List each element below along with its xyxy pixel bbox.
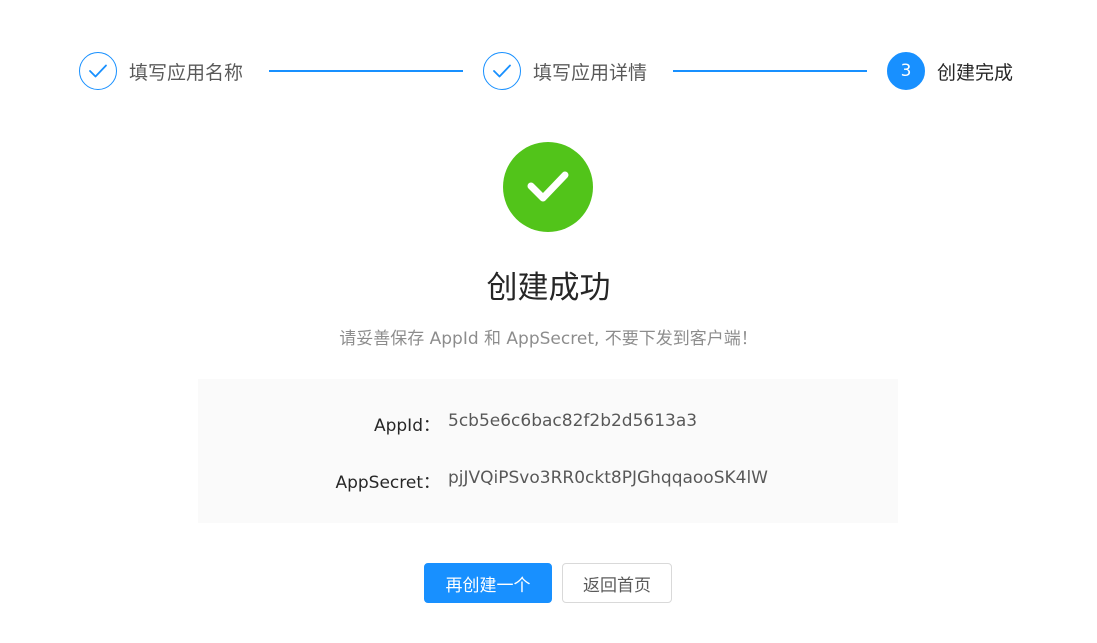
step-3-title: 创建完成	[937, 61, 1014, 84]
create-again-button[interactable]: 再创建一个	[424, 563, 552, 603]
appid-row: AppId： 5cb5e6c6bac82f2b2d5613a3	[198, 411, 898, 436]
result-subtitle: 请妥善保存 AppId 和 AppSecret, 不要下发到客户端！	[339, 329, 758, 349]
step-3-number: 3	[887, 52, 925, 90]
check-icon	[483, 52, 521, 90]
step-1-title: 填写应用名称	[129, 61, 244, 84]
step-2: 填写应用详情	[483, 51, 647, 91]
appid-label: AppId：	[373, 416, 440, 436]
step-2-title: 填写应用详情	[533, 61, 648, 84]
steps: 填写应用名称 填写应用详情 3 创建完成	[79, 51, 1019, 91]
page: 填写应用名称 填写应用详情 3 创建完成 创建成功 请妥善保存 AppId 和 …	[0, 0, 1097, 643]
check-circle-icon	[503, 142, 593, 232]
credentials-panel: AppId： 5cb5e6c6bac82f2b2d5613a3 AppSecre…	[198, 379, 898, 523]
step-connector-2	[673, 70, 867, 72]
step-connector-1	[269, 70, 463, 72]
back-home-button[interactable]: 返回首页	[562, 563, 672, 603]
result-title: 创建成功	[486, 270, 611, 306]
step-1: 填写应用名称	[79, 51, 243, 91]
appsecret-value: pjJVQiPSvo3RR0ckt8PJGhqqaooSK4lW	[448, 468, 768, 488]
appsecret-row: AppSecret： pjJVQiPSvo3RR0ckt8PJGhqqaooSK…	[198, 468, 898, 493]
step-3: 3 创建完成	[887, 51, 1013, 91]
check-icon	[79, 52, 117, 90]
appid-value: 5cb5e6c6bac82f2b2d5613a3	[448, 411, 698, 431]
appsecret-label: AppSecret：	[335, 473, 440, 493]
